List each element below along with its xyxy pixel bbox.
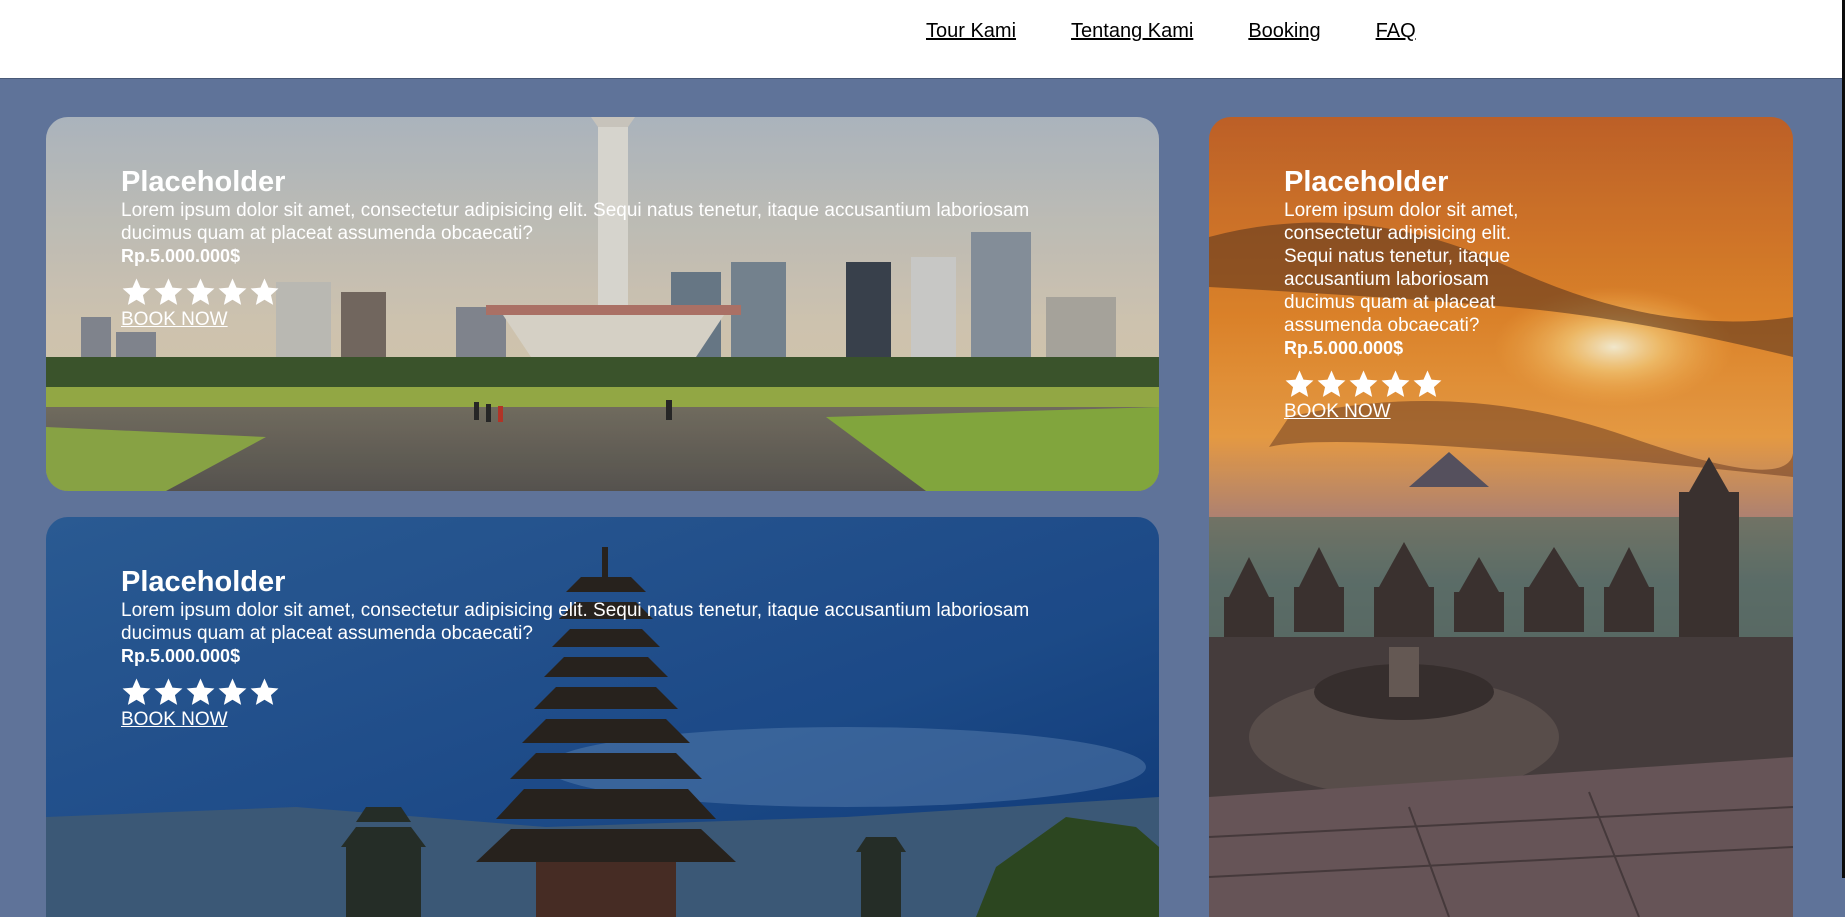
star-icon bbox=[250, 678, 279, 705]
star-icon bbox=[154, 278, 183, 305]
card-content: Placeholder Lorem ipsum dolor sit amet, … bbox=[121, 565, 1081, 731]
card-title: Placeholder bbox=[121, 566, 286, 598]
card-description: Lorem ipsum dolor sit amet, consectetur … bbox=[121, 200, 1030, 244]
card-description: Lorem ipsum dolor sit amet, consectetur … bbox=[121, 600, 1030, 644]
star-icon bbox=[218, 678, 247, 705]
star-icon bbox=[250, 278, 279, 305]
tour-card-jakarta: Placeholder Lorem ipsum dolor sit amet, … bbox=[46, 117, 1159, 491]
star-icon bbox=[1349, 370, 1378, 397]
star-icon bbox=[186, 678, 215, 705]
card-content: Placeholder Lorem ipsum dolor sit amet, … bbox=[1284, 165, 1549, 423]
nav-link-booking[interactable]: Booking bbox=[1248, 20, 1320, 43]
card-price: Rp.5.000.000$ bbox=[121, 646, 241, 666]
star-icon bbox=[218, 278, 247, 305]
main-nav: Tour Kami Tentang Kami Booking FAQ bbox=[926, 20, 1416, 43]
star-icon bbox=[1285, 370, 1314, 397]
star-icon bbox=[154, 678, 183, 705]
card-title: Placeholder bbox=[1284, 166, 1449, 198]
rating-stars bbox=[121, 675, 1081, 709]
card-title: Placeholder bbox=[121, 166, 286, 198]
nav-link-faq[interactable]: FAQ bbox=[1376, 20, 1416, 43]
nav-link-tentang-kami[interactable]: Tentang Kami bbox=[1071, 20, 1193, 43]
rating-stars bbox=[1284, 367, 1549, 401]
card-price: Rp.5.000.000$ bbox=[1284, 338, 1404, 358]
star-icon bbox=[122, 278, 151, 305]
book-now-link[interactable]: BOOK NOW bbox=[1284, 401, 1391, 423]
tour-card-borobudur: Placeholder Lorem ipsum dolor sit amet, … bbox=[1209, 117, 1793, 917]
top-navigation-bar: Tour Kami Tentang Kami Booking FAQ bbox=[0, 0, 1845, 79]
card-price: Rp.5.000.000$ bbox=[121, 246, 241, 266]
star-icon bbox=[186, 278, 215, 305]
rating-stars bbox=[121, 275, 1081, 309]
star-icon bbox=[1317, 370, 1346, 397]
card-content: Placeholder Lorem ipsum dolor sit amet, … bbox=[121, 165, 1081, 331]
star-icon bbox=[1413, 370, 1442, 397]
nav-link-tour-kami[interactable]: Tour Kami bbox=[926, 20, 1016, 43]
star-icon bbox=[122, 678, 151, 705]
tour-card-bali: Placeholder Lorem ipsum dolor sit amet, … bbox=[46, 517, 1159, 917]
book-now-link[interactable]: BOOK NOW bbox=[121, 709, 228, 731]
book-now-link[interactable]: BOOK NOW bbox=[121, 309, 228, 331]
star-icon bbox=[1381, 370, 1410, 397]
card-description: Lorem ipsum dolor sit amet, consectetur … bbox=[1284, 200, 1519, 336]
